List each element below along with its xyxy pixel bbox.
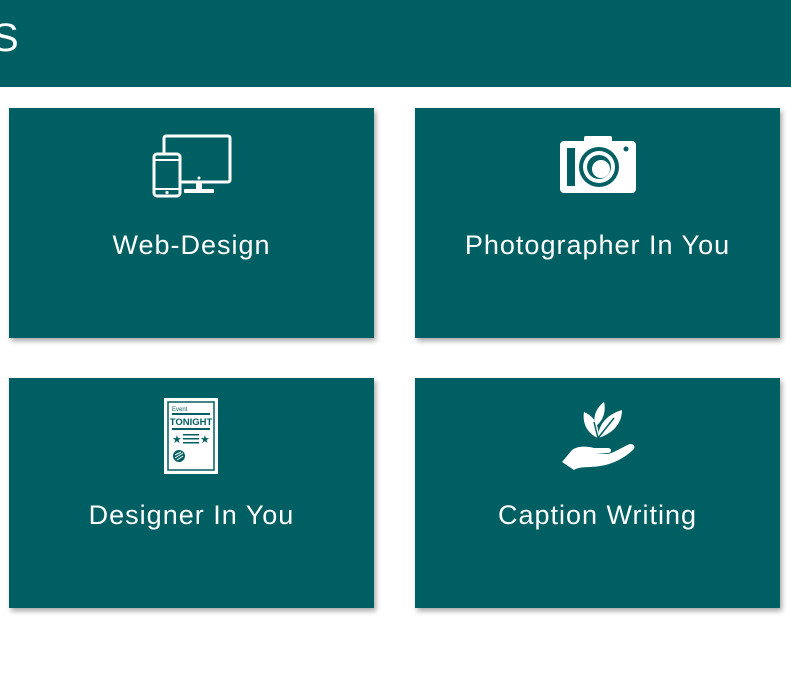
devices-icon [152,134,232,214]
card-label: Caption Writing [497,500,698,530]
camera-icon [558,134,638,214]
poster-small-text: Event [172,407,188,413]
card-label: Photographer In You [464,230,731,260]
card-label: Designer In You [88,500,295,530]
card-designer[interactable]: Event TONIGHT ★ ★ Designer In You [9,378,374,608]
card-photographer[interactable]: Photographer In You [415,108,780,338]
card-web-design[interactable]: Web-Design [9,108,374,338]
header-bar: S [0,0,791,87]
svg-text:★: ★ [200,433,210,446]
poster-headline: TONIGHT [169,417,212,428]
hand-plant-icon [558,396,638,476]
poster-icon: Event TONIGHT ★ ★ [152,396,232,476]
card-label: Web-Design [112,230,271,260]
header-title: S [0,16,19,60]
svg-text:★: ★ [172,433,182,446]
card-caption-writing[interactable]: Caption Writing [415,378,780,608]
